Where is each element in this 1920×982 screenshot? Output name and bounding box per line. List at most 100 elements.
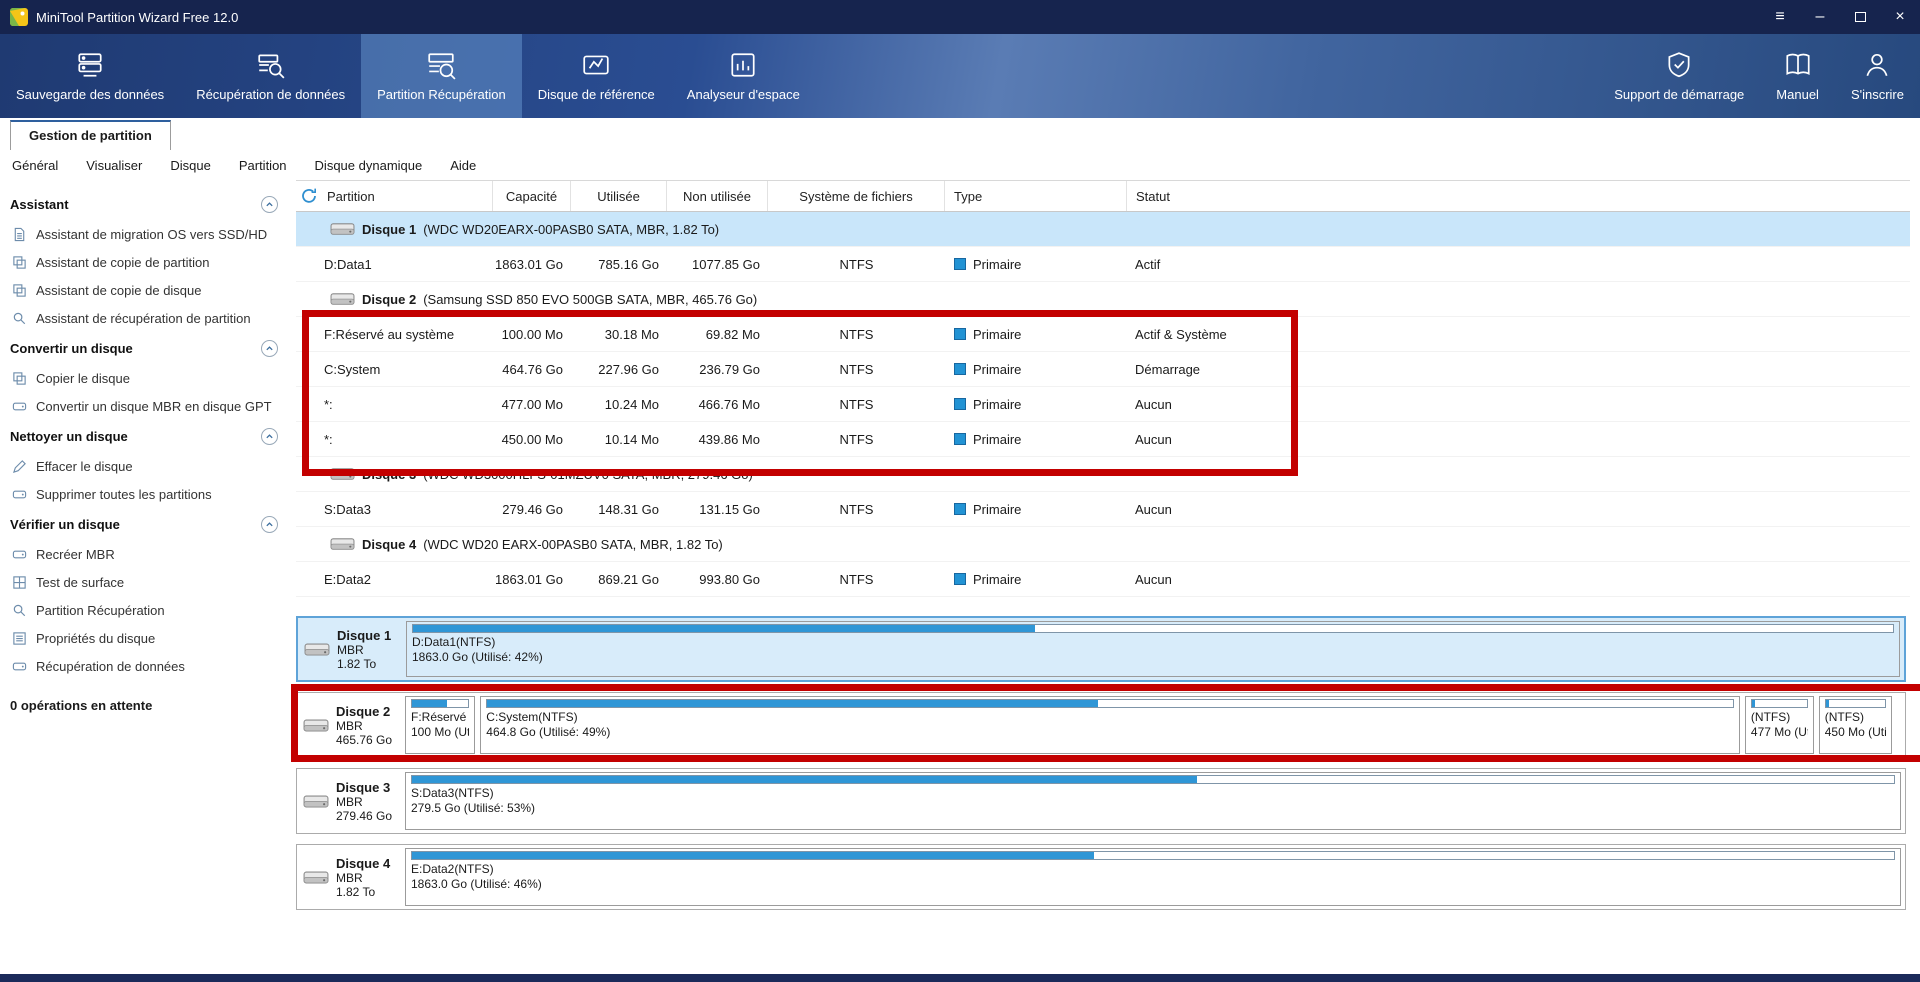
toolbar-data-backup[interactable]: Sauvegarde des données <box>0 34 180 118</box>
disk-group-row-1[interactable]: Disque 1 (WDC WD20EARX-00PASB0 SATA, MBR… <box>296 212 1910 247</box>
sidebar-item-migrate-os[interactable]: Assistant de migration OS vers SSD/HD <box>0 220 292 248</box>
partition-block-csystem[interactable]: C:System(NTFS) 464.8 Go (Utilisé: 49%) <box>480 696 1740 754</box>
tab-bar: Gestion de partition <box>0 118 1920 150</box>
minimize-button[interactable]: – <box>1800 0 1840 34</box>
sidebar-item-data-recovery[interactable]: Récupération de données <box>0 652 292 680</box>
diskmap-disk-4[interactable]: Disque 4 MBR 1.82 To E:Data2(NTFS) 1863.… <box>296 844 1906 910</box>
app-logo-icon <box>10 8 28 26</box>
table-row-edata2[interactable]: E:Data2 1863.01 Go 869.21 Go 993.80 Go N… <box>296 562 1910 597</box>
column-used[interactable]: Utilisée <box>571 181 667 211</box>
sidebar-item-convert-mbr-gpt[interactable]: Convertir un disque MBR en disque GPT <box>0 392 292 420</box>
maximize-icon <box>1855 12 1866 22</box>
used-cell: 785.16 Go <box>571 247 667 281</box>
table-row-ddata1[interactable]: D:Data1 1863.01 Go 785.16 Go 1077.85 Go … <box>296 247 1910 282</box>
partition-label: C:System(NTFS) <box>486 710 1734 725</box>
table-header: Partition Capacité Utilisée Non utilisée… <box>296 180 1910 212</box>
partition-block-477mo[interactable]: (NTFS) 477 Mo (Utili <box>1745 696 1814 754</box>
disk-name: Disque 4 <box>336 856 390 871</box>
sidebar-item-label: Récupération de données <box>36 659 185 674</box>
toolbar-label: Récupération de données <box>196 87 345 102</box>
sidebar-section-convertir[interactable]: Convertir un disque <box>0 332 292 364</box>
usage-fill <box>412 852 1094 859</box>
unused-cell: 466.76 Mo <box>667 387 768 421</box>
disk-group-row-2[interactable]: Disque 2 (Samsung SSD 850 EVO 500GB SATA… <box>296 282 1910 317</box>
menu-disque-dynamique[interactable]: Disque dynamique <box>301 158 437 173</box>
menu-visualiser[interactable]: Visualiser <box>72 158 156 173</box>
partition-block-freserve[interactable]: F:Réservé au 100 Mo (Utili <box>405 696 475 754</box>
partition-strip: S:Data3(NTFS) 279.5 Go (Utilisé: 53%) <box>401 769 1905 833</box>
partition-block-sdata3[interactable]: S:Data3(NTFS) 279.5 Go (Utilisé: 53%) <box>405 772 1901 830</box>
sidebar-item-surface-test[interactable]: Test de surface <box>0 568 292 596</box>
collapse-chevron-icon[interactable] <box>261 340 278 357</box>
tab-gestion-de-partition[interactable]: Gestion de partition <box>10 120 171 150</box>
hdd-icon <box>330 291 355 307</box>
sidebar-section-nettoyer[interactable]: Nettoyer un disque <box>0 420 292 452</box>
sidebar-item-delete-all-partitions[interactable]: Supprimer toutes les partitions <box>0 480 292 508</box>
toolbar-disk-benchmark[interactable]: Disque de référence <box>522 34 671 118</box>
partition-label: E:Data2(NTFS) <box>411 862 1895 877</box>
menu-general[interactable]: Général <box>0 158 72 173</box>
collapse-chevron-icon[interactable] <box>261 196 278 213</box>
toolbar-manual[interactable]: Manuel <box>1760 34 1835 118</box>
data-recovery-icon <box>256 50 286 80</box>
column-unused[interactable]: Non utilisée <box>667 181 768 211</box>
sidebar-item-rebuild-mbr[interactable]: Recréer MBR <box>0 540 292 568</box>
filesystem-cell: NTFS <box>768 562 945 596</box>
toolbar-data-recovery[interactable]: Récupération de données <box>180 34 361 118</box>
partition-strip: E:Data2(NTFS) 1863.0 Go (Utilisé: 46%) <box>401 845 1905 909</box>
diskmap-disk-1[interactable]: Disque 1 MBR 1.82 To D:Data1(NTFS) 1863.… <box>296 616 1906 682</box>
filesystem-cell: NTFS <box>768 387 945 421</box>
disk-group-row-4[interactable]: Disque 4 (WDC WD20 EARX-00PASB0 SATA, MB… <box>296 527 1910 562</box>
table-row-unlabeled-477[interactable]: *: 477.00 Mo 10.24 Mo 466.76 Mo NTFS Pri… <box>296 387 1910 422</box>
space-analyzer-icon <box>728 50 758 80</box>
disk-group-row-3[interactable]: Disque 3 (WDC WD3000HLFS-01MZUV0 SATA, M… <box>296 457 1910 492</box>
primary-partition-icon <box>954 363 966 375</box>
refresh-icon[interactable] <box>300 187 318 205</box>
toolbar-space-analyzer[interactable]: Analyseur d'espace <box>671 34 816 118</box>
sidebar-item-copy-disk[interactable]: Copier le disque <box>0 364 292 392</box>
sidebar-item-partition-recovery-wizard[interactable]: Assistant de récupération de partition <box>0 304 292 332</box>
column-partition[interactable]: Partition <box>296 181 493 211</box>
sidebar-item-copy-partition[interactable]: Assistant de copie de partition <box>0 248 292 276</box>
table-row-sdata3[interactable]: S:Data3 279.46 Go 148.31 Go 131.15 Go NT… <box>296 492 1910 527</box>
partition-strip: D:Data1(NTFS) 1863.0 Go (Utilisé: 42%) <box>402 618 1904 680</box>
partition-block-edata2[interactable]: E:Data2(NTFS) 1863.0 Go (Utilisé: 46%) <box>405 848 1901 906</box>
diskmap-disk-2[interactable]: Disque 2 MBR 465.76 Go F:Réservé au 100 … <box>296 692 1906 758</box>
sidebar-section-verifier[interactable]: Vérifier un disque <box>0 508 292 540</box>
toolbar-register[interactable]: S'inscrire <box>1835 34 1920 118</box>
toolbar-partition-recovery[interactable]: Partition Récupération <box>361 34 522 118</box>
copy-disk-icon <box>12 371 27 386</box>
surface-test-icon <box>12 575 27 590</box>
diskmap-disk-3[interactable]: Disque 3 MBR 279.46 Go S:Data3(NTFS) 279… <box>296 768 1906 834</box>
sidebar-item-disk-properties[interactable]: Propriétés du disque <box>0 624 292 652</box>
menu-partition[interactable]: Partition <box>225 158 301 173</box>
table-row-unlabeled-450[interactable]: *: 450.00 Mo 10.14 Mo 439.86 Mo NTFS Pri… <box>296 422 1910 457</box>
close-button[interactable]: × <box>1880 0 1920 34</box>
disk-properties-icon <box>12 631 27 646</box>
sidebar-section-assistant[interactable]: Assistant <box>0 188 292 220</box>
partition-block-450mo[interactable]: (NTFS) 450 Mo (Utili <box>1819 696 1892 754</box>
menu-icon[interactable]: ≡ <box>1760 0 1800 34</box>
menu-disque[interactable]: Disque <box>156 158 224 173</box>
toolbar-bootable-media[interactable]: Support de démarrage <box>1598 34 1760 118</box>
sidebar-item-wipe-disk[interactable]: Effacer le disque <box>0 452 292 480</box>
table-row-csystem[interactable]: C:System 464.76 Go 227.96 Go 236.79 Go N… <box>296 352 1910 387</box>
toolbar-label: S'inscrire <box>1851 87 1904 102</box>
menu-aide[interactable]: Aide <box>436 158 490 173</box>
sidebar-item-copy-disk-wizard[interactable]: Assistant de copie de disque <box>0 276 292 304</box>
type-cell: Primaire <box>945 422 1127 456</box>
column-type[interactable]: Type <box>945 181 1127 211</box>
disk-info: (WDC WD20 EARX-00PASB0 SATA, MBR, 1.82 T… <box>423 537 723 552</box>
table-row-freserve[interactable]: F:Réservé au système 100.00 Mo 30.18 Mo … <box>296 317 1910 352</box>
collapse-chevron-icon[interactable] <box>261 516 278 533</box>
collapse-chevron-icon[interactable] <box>261 428 278 445</box>
sidebar-item-partition-recovery[interactable]: Partition Récupération <box>0 596 292 624</box>
column-status[interactable]: Statut <box>1127 181 1910 211</box>
disk-label: Disque 1 MBR 1.82 To <box>298 618 402 680</box>
partition-detail: 464.8 Go (Utilisé: 49%) <box>486 725 1734 740</box>
usage-fill <box>1752 700 1755 707</box>
partition-block-ddata1[interactable]: D:Data1(NTFS) 1863.0 Go (Utilisé: 42%) <box>406 621 1900 677</box>
column-filesystem[interactable]: Système de fichiers <box>768 181 945 211</box>
column-capacity[interactable]: Capacité <box>493 181 571 211</box>
maximize-button[interactable] <box>1840 0 1880 34</box>
